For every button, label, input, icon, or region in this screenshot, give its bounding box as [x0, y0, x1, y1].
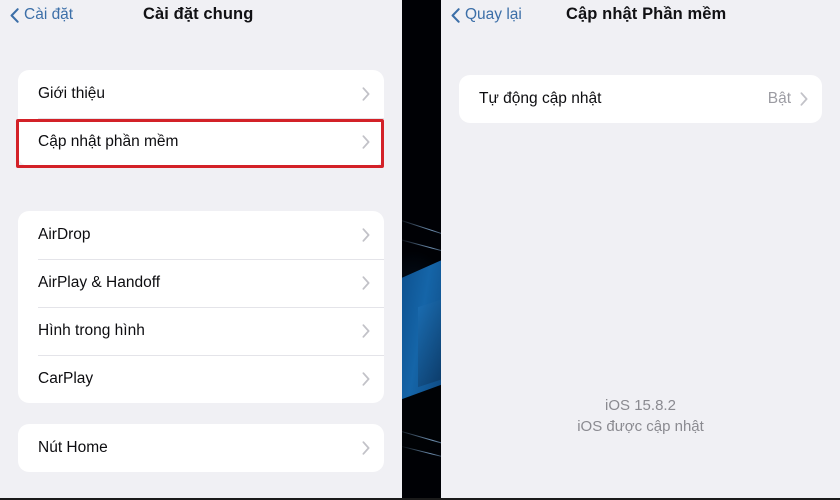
list-item-label: CarPlay [38, 370, 94, 387]
settings-group-2: AirDrop AirPlay & Handoff Hình trong hìn… [18, 211, 384, 403]
right-phone-panel: Quay lại Cập nhật Phần mềm Tự động cập n… [441, 0, 840, 498]
wallpaper-divider-strip [402, 0, 441, 498]
chevron-right-icon [362, 441, 370, 455]
right-page-title: Cập nhật Phần mềm [566, 5, 727, 23]
list-item-nut-home[interactable]: Nút Home [18, 424, 384, 472]
right-navbar: Quay lại Cập nhật Phần mềm [441, 0, 840, 34]
list-item-label: Nút Home [38, 439, 108, 456]
list-item-value: Bật [767, 90, 791, 107]
list-item-label: Tự động cập nhật [479, 90, 602, 107]
chevron-right-icon [800, 92, 808, 106]
list-item-label: Cập nhật phần mềm [38, 133, 179, 150]
settings-group-1: Giới thiệu Cập nhật phần mềm [18, 70, 384, 166]
chevron-right-icon [362, 324, 370, 338]
list-item-gioi-thieu[interactable]: Giới thiệu [18, 70, 384, 118]
left-phone-panel: Cài đặt Cài đặt chung Giới thiệu Cập nhậ… [0, 0, 402, 498]
left-navbar: Cài đặt Cài đặt chung [0, 0, 402, 34]
version-info-block: iOS 15.8.2 iOS được cập nhật [441, 396, 840, 437]
list-item-label: AirDrop [38, 226, 91, 243]
list-item-carplay[interactable]: CarPlay [18, 355, 384, 403]
chevron-right-icon [362, 87, 370, 101]
list-item-airplay-handoff[interactable]: AirPlay & Handoff [18, 259, 384, 307]
wallpaper-streak [402, 218, 441, 239]
list-item-hinh-trong-hinh[interactable]: Hình trong hình [18, 307, 384, 355]
ios-version-number: iOS 15.8.2 [605, 397, 676, 414]
chevron-left-icon [451, 7, 460, 23]
chevron-left-icon [10, 7, 19, 23]
list-item-cap-nhat-phan-mem[interactable]: Cập nhật phần mềm [18, 118, 384, 166]
list-item-label: AirPlay & Handoff [38, 274, 161, 291]
left-back-label: Cài đặt [24, 6, 74, 23]
chevron-right-icon [362, 228, 370, 242]
software-update-group: Tự động cập nhật Bật [459, 75, 822, 123]
settings-group-3: Nút Home [18, 424, 384, 472]
right-back-label: Quay lại [465, 6, 522, 23]
chevron-right-icon [362, 276, 370, 290]
wallpaper-blue-shape-secondary [418, 292, 441, 388]
list-item-label: Giới thiệu [38, 85, 106, 102]
list-item-label: Hình trong hình [38, 322, 145, 339]
right-back-button[interactable]: Quay lại [451, 6, 522, 24]
list-item-tu-dong-cap-nhat[interactable]: Tự động cập nhật Bật [459, 75, 822, 123]
left-page-title: Cài đặt chung [143, 5, 254, 23]
left-back-button[interactable]: Cài đặt [10, 6, 73, 24]
chevron-right-icon [362, 372, 370, 386]
ios-update-status: iOS được cập nhật [577, 418, 704, 435]
chevron-right-icon [362, 135, 370, 149]
screenshot-root: Cài đặt Cài đặt chung Giới thiệu Cập nhậ… [0, 0, 840, 500]
list-item-airdrop[interactable]: AirDrop [18, 211, 384, 259]
